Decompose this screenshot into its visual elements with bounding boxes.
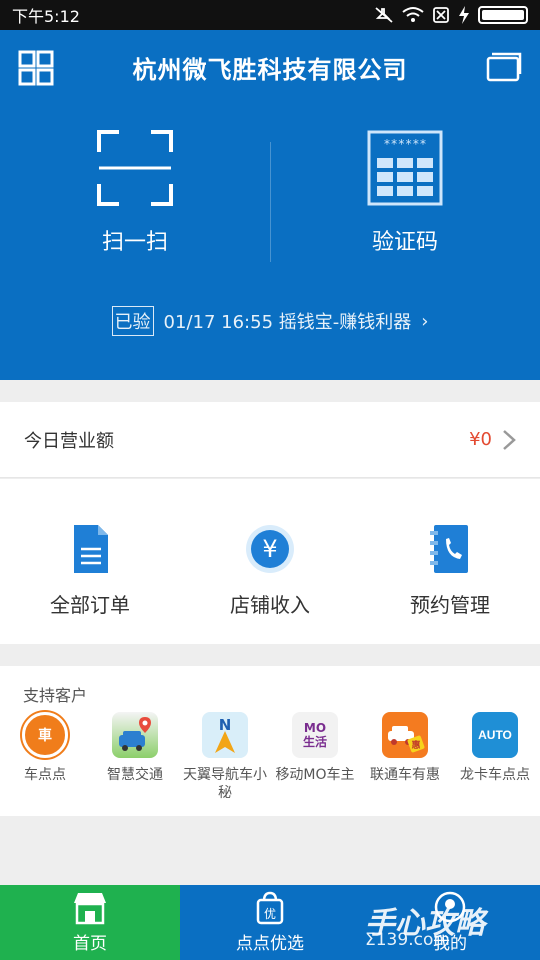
verification-code-button[interactable]: ****** 验证码 [270,130,540,270]
partner-logo-mo: MO 生活 [292,712,338,758]
keypad-mask: ****** [383,137,426,151]
store-icon [74,893,106,925]
partner-item[interactable]: MO 生活 移动MO车主 [270,712,360,802]
revenue-amount: ¥0 [469,429,492,450]
header-actions: 扫一扫 ****** 验证码 [0,130,540,270]
partner-name: 车点点 [24,767,66,783]
wifi-icon [402,7,424,22]
all-orders-label: 全部订单 [50,593,130,617]
store-income-label: 店铺收入 [230,593,310,617]
main-menu: 全部订单 ¥ 店铺收入 预约管理 [0,479,540,644]
partner-name: 智慧交通 [107,767,163,783]
tab-home-label: 首页 [73,934,107,954]
partner-item[interactable]: 智慧交通 [90,712,180,802]
tab-dianidan-picks[interactable]: 优 点点优选 [180,885,360,960]
status-icons [374,6,528,24]
chevron-right-icon: › [421,310,429,332]
verified-tag: 已验 [111,306,154,336]
partner-name: 天翼导航车小秘 [183,767,267,801]
partner-logo-unicom: 惠 [382,712,428,758]
partner-logo-cheddd: 車 [22,712,68,758]
tab-home[interactable]: 首页 [0,885,180,960]
status-bar: 下午5:12 [0,0,540,30]
partner-item[interactable]: 車 车点点 [0,712,90,802]
car-coupon-icon: 惠 [388,726,425,753]
phone-book-icon [430,525,468,573]
cards-icon[interactable] [486,50,522,84]
revenue-label: 今日营业额 [24,430,114,452]
today-revenue-row[interactable]: 今日营业额 ¥0 [0,402,540,478]
revenue-right: ¥0 [469,429,516,451]
partner-logo-text: 惠 [411,739,420,751]
partner-list: 車 车点点 智慧交通 N 天翼导航车小秘 MO 生活 移动MO车主 惠 联通车有… [0,712,540,802]
verification-code-label: 验证码 [371,230,438,255]
scan-button[interactable]: 扫一扫 [0,130,270,270]
yuan-icon: ¥ [246,525,294,573]
reservation-management-button[interactable]: 预约管理 [360,479,540,644]
keypad-icon: ****** [367,130,443,206]
supported-clients: 支持客户 車 车点点 智慧交通 N 天翼导航车小秘 MO 生活 移动MO车主 惠… [0,666,540,816]
partner-item[interactable]: N 天翼导航车小秘 [180,712,270,802]
supported-clients-heading: 支持客户 [23,686,88,705]
partner-logo-tianyi: N [202,712,248,758]
page-title: 杭州微飞胜科技有限公司 [132,55,408,84]
svg-text:优: 优 [264,907,276,921]
reservation-management-label: 预约管理 [410,593,490,617]
header-top: 杭州微飞胜科技有限公司 [0,30,540,104]
chevron-right-icon [503,429,516,450]
actions-divider [270,142,271,262]
no-sim-icon [433,7,449,23]
mute-icon [375,7,393,23]
document-icon [74,525,108,573]
partner-logo-text: AUTO [478,728,512,742]
partner-name: 龙卡车点点 [460,767,530,783]
navigation-arrow-icon: N [215,716,235,753]
status-time: 下午5:12 [12,7,80,26]
all-orders-button[interactable]: 全部订单 [0,479,180,644]
car-map-icon [119,717,151,751]
partner-item[interactable]: 惠 联通车有惠 [360,712,450,802]
svg-text:¥: ¥ [262,535,277,563]
verified-text: 01/17 16:55 摇钱宝-赚钱利器 [163,312,412,333]
scan-icon [97,130,173,206]
partner-name: 移动MO车主 [275,767,355,783]
shopping-bag-icon: 优 [256,891,284,925]
partner-logo-text: 車 [38,728,52,744]
qr-code-icon[interactable] [18,50,54,86]
last-verified-link[interactable]: 已验 01/17 16:55 摇钱宝-赚钱利器 › [0,306,540,336]
header: 杭州微飞胜科技有限公司 扫一扫 ****** 验证码 已验 01/17 16:5… [0,30,540,380]
store-income-button[interactable]: ¥ 店铺收入 [180,479,360,644]
partner-name: 联通车有惠 [370,767,440,783]
tab-dianidan-picks-label: 点点优选 [236,934,304,954]
partner-logo-traffic [112,712,158,758]
watermark: 手心攻略 Σ139.com [365,898,530,954]
partner-logo-text: MO 生活 [302,721,327,749]
charging-icon [459,6,469,24]
partner-item[interactable]: AUTO 龙卡车点点 [450,712,540,802]
scan-label: 扫一扫 [101,230,168,255]
partner-logo-longka: AUTO [472,712,518,758]
watermark-subtext: Σ139.com [365,930,450,950]
battery-icon [478,6,528,24]
